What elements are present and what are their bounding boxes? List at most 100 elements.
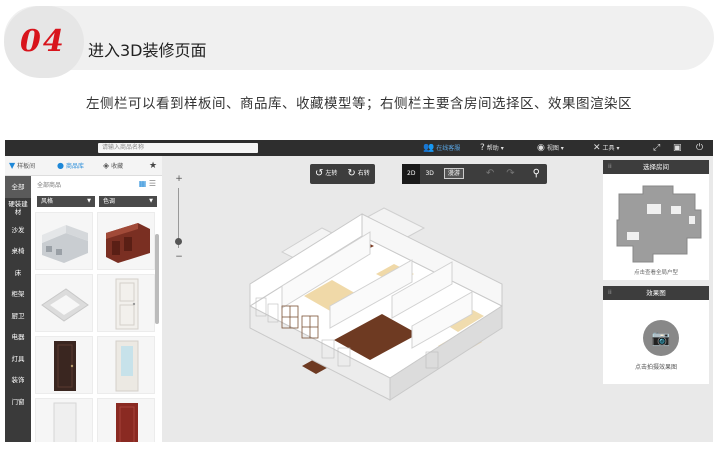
tag-icon: ◈ (103, 161, 110, 170)
kitchen-cabinet-thumbnail (42, 225, 88, 263)
tab-templates-label: 样板间 (17, 163, 36, 170)
help-label: 帮助 (486, 145, 499, 152)
tab-favorites[interactable]: ◈ 收藏 (103, 156, 123, 176)
online-service-label: 在线客服 (436, 145, 461, 152)
category-label: 灯具 (11, 354, 25, 363)
drag-handle-icon[interactable]: ⁞⁞ (608, 160, 612, 174)
product-card[interactable] (97, 336, 155, 394)
category-hard-materials[interactable]: 硬装建材 (5, 198, 31, 220)
eye-icon: ◉ (537, 143, 545, 153)
render-panel: 📷 点击拍摄效果图 (603, 300, 709, 384)
tools-icon: ✕ (593, 143, 601, 153)
render-caption[interactable]: 点击拍摄效果图 (603, 362, 709, 371)
tab-templates[interactable]: ▼ 样板间 (9, 156, 35, 176)
dark-door-thumbnail (54, 341, 76, 391)
category-decor[interactable]: 装饰 (5, 370, 31, 392)
step-number: 04 (20, 24, 66, 59)
room-select-title: 选择房间 (643, 163, 669, 171)
top-bar: 请输入商品名称 👥 在线客服 ? 帮助 ▾ ◉ 视图 ▾ ✕ 工具 ▾ ⤢ ▣ ⏻ (5, 140, 713, 156)
category-appliances[interactable]: 电器 (5, 327, 31, 349)
category-list: 全部 硬装建材 沙发 桌椅 床 柜架 厨卫 电器 灯具 装饰 门窗 (5, 176, 31, 442)
breadcrumb: 全部商品 (37, 182, 62, 189)
category-label: 桌椅 (11, 247, 25, 256)
mini-floorplan[interactable] (603, 176, 709, 266)
red-door-thumbnail (116, 403, 138, 442)
design-app-window: 请输入商品名称 👥 在线客服 ? 帮助 ▾ ◉ 视图 ▾ ✕ 工具 ▾ ⤢ ▣ ⏻ ▼ 样… (5, 140, 713, 442)
product-card[interactable] (35, 212, 93, 270)
step-title: 进入3D装修页面 (88, 41, 207, 60)
chevron-down-icon: ▼ (87, 198, 91, 204)
save-icon: ▣ (673, 143, 682, 153)
grid-view-icon[interactable]: ▦ ☰ (139, 179, 156, 188)
category-bed[interactable]: 床 (5, 262, 31, 284)
room-select-header: ⁞⁞ 选择房间 (603, 160, 709, 174)
drag-handle-icon[interactable]: ⁞⁞ (608, 286, 612, 300)
color-filter-label: 色调 (103, 198, 116, 205)
fullscreen-icon: ⤢ (653, 143, 661, 153)
tab-products-label: 商品库 (65, 163, 84, 170)
category-label: 电器 (11, 333, 25, 342)
product-card[interactable] (35, 274, 93, 332)
product-card[interactable] (35, 398, 93, 442)
3d-canvas[interactable]: + − ↺ 左转 ↻ 右转 2D 3D 漫游 ↶ ↷ ⚲ (162, 156, 599, 442)
power-icon: ⏻ (696, 143, 704, 153)
white-door-thumbnail (53, 402, 77, 442)
product-icon: ● (57, 161, 64, 170)
tab-favorites-label: 收藏 (111, 163, 124, 170)
star-icon[interactable]: ★ (149, 156, 157, 176)
left-sidebar: ▼ 样板间 ● 商品库 ◈ 收藏 ★ 全部 硬装建材 沙发 桌椅 床 柜架 厨卫 电器… (5, 156, 162, 442)
online-service-button[interactable]: 👥 在线客服 (423, 140, 460, 156)
chevron-down-icon: ▼ (149, 198, 153, 204)
white-frame-thumbnail (41, 288, 89, 322)
help-button[interactable]: ? 帮助 ▾ (480, 140, 504, 156)
category-tables-chairs[interactable]: 桌椅 (5, 241, 31, 263)
camera-icon[interactable]: 📷 (643, 320, 679, 356)
template-icon: ▼ (9, 161, 16, 170)
category-cabinets[interactable]: 柜架 (5, 284, 31, 306)
category-label: 全部 (11, 182, 25, 191)
list-view-icon[interactable]: ☰ (149, 179, 156, 188)
tools-button[interactable]: ✕ 工具 ▾ (593, 140, 619, 156)
user-icon: 👥 (423, 143, 435, 153)
category-label: 床 (14, 268, 22, 277)
3d-floorplan-model (248, 207, 504, 401)
product-scrollbar[interactable] (155, 234, 159, 324)
product-card[interactable] (35, 336, 93, 394)
category-label: 硬装建材 (8, 200, 28, 217)
category-doors-windows[interactable]: 门窗 (5, 391, 31, 413)
power-button[interactable]: ⏻ (696, 140, 705, 156)
white-door-thumbnail (115, 278, 139, 330)
style-filter-label: 风格 (41, 198, 54, 205)
view-label: 视图 (546, 145, 559, 152)
render-header: ⁞⁞ 效果图 (603, 286, 709, 300)
style-filter-select[interactable]: 风格 ▼ (37, 196, 95, 207)
step-banner: 04 进入3D装修页面 (4, 6, 714, 78)
category-lighting[interactable]: 灯具 (5, 348, 31, 370)
category-label: 装饰 (11, 376, 25, 385)
category-label: 沙发 (11, 225, 25, 234)
product-card[interactable] (97, 398, 155, 442)
view-button[interactable]: ◉ 视图 ▾ (537, 140, 564, 156)
glass-door-thumbnail (115, 340, 139, 392)
product-card[interactable] (97, 212, 155, 270)
color-filter-select[interactable]: 色调 ▼ (99, 196, 157, 207)
help-icon: ? (480, 143, 485, 153)
save-button[interactable]: ▣ (673, 140, 684, 156)
category-sofa[interactable]: 沙发 (5, 219, 31, 241)
product-panel: 全部商品 ▦ ☰ 风格 ▼ 色调 ▼ (31, 176, 162, 442)
room-select-caption[interactable]: 点击查看全局户型 (603, 268, 709, 276)
category-label: 门窗 (11, 397, 25, 406)
right-sidebar: ⁞⁞ 选择房间 点击查看全局户型 ⁞⁞ 效果图 📷 点击拍摄效果图 (599, 156, 713, 442)
search-input[interactable]: 请输入商品名称 (98, 143, 258, 153)
tab-products[interactable]: ● 商品库 (57, 156, 84, 176)
category-label: 厨卫 (11, 311, 25, 320)
fullscreen-button[interactable]: ⤢ (653, 140, 662, 156)
room-select-panel: 点击查看全局户型 (603, 174, 709, 280)
category-label: 柜架 (11, 290, 25, 299)
library-tabs: ▼ 样板间 ● 商品库 ◈ 收藏 ★ (5, 156, 162, 176)
category-kitchen-bath[interactable]: 厨卫 (5, 305, 31, 327)
product-card[interactable] (97, 274, 155, 332)
category-all[interactable]: 全部 (5, 176, 31, 198)
render-title: 效果图 (646, 289, 666, 297)
wood-cabinet-thumbnail (106, 223, 150, 263)
